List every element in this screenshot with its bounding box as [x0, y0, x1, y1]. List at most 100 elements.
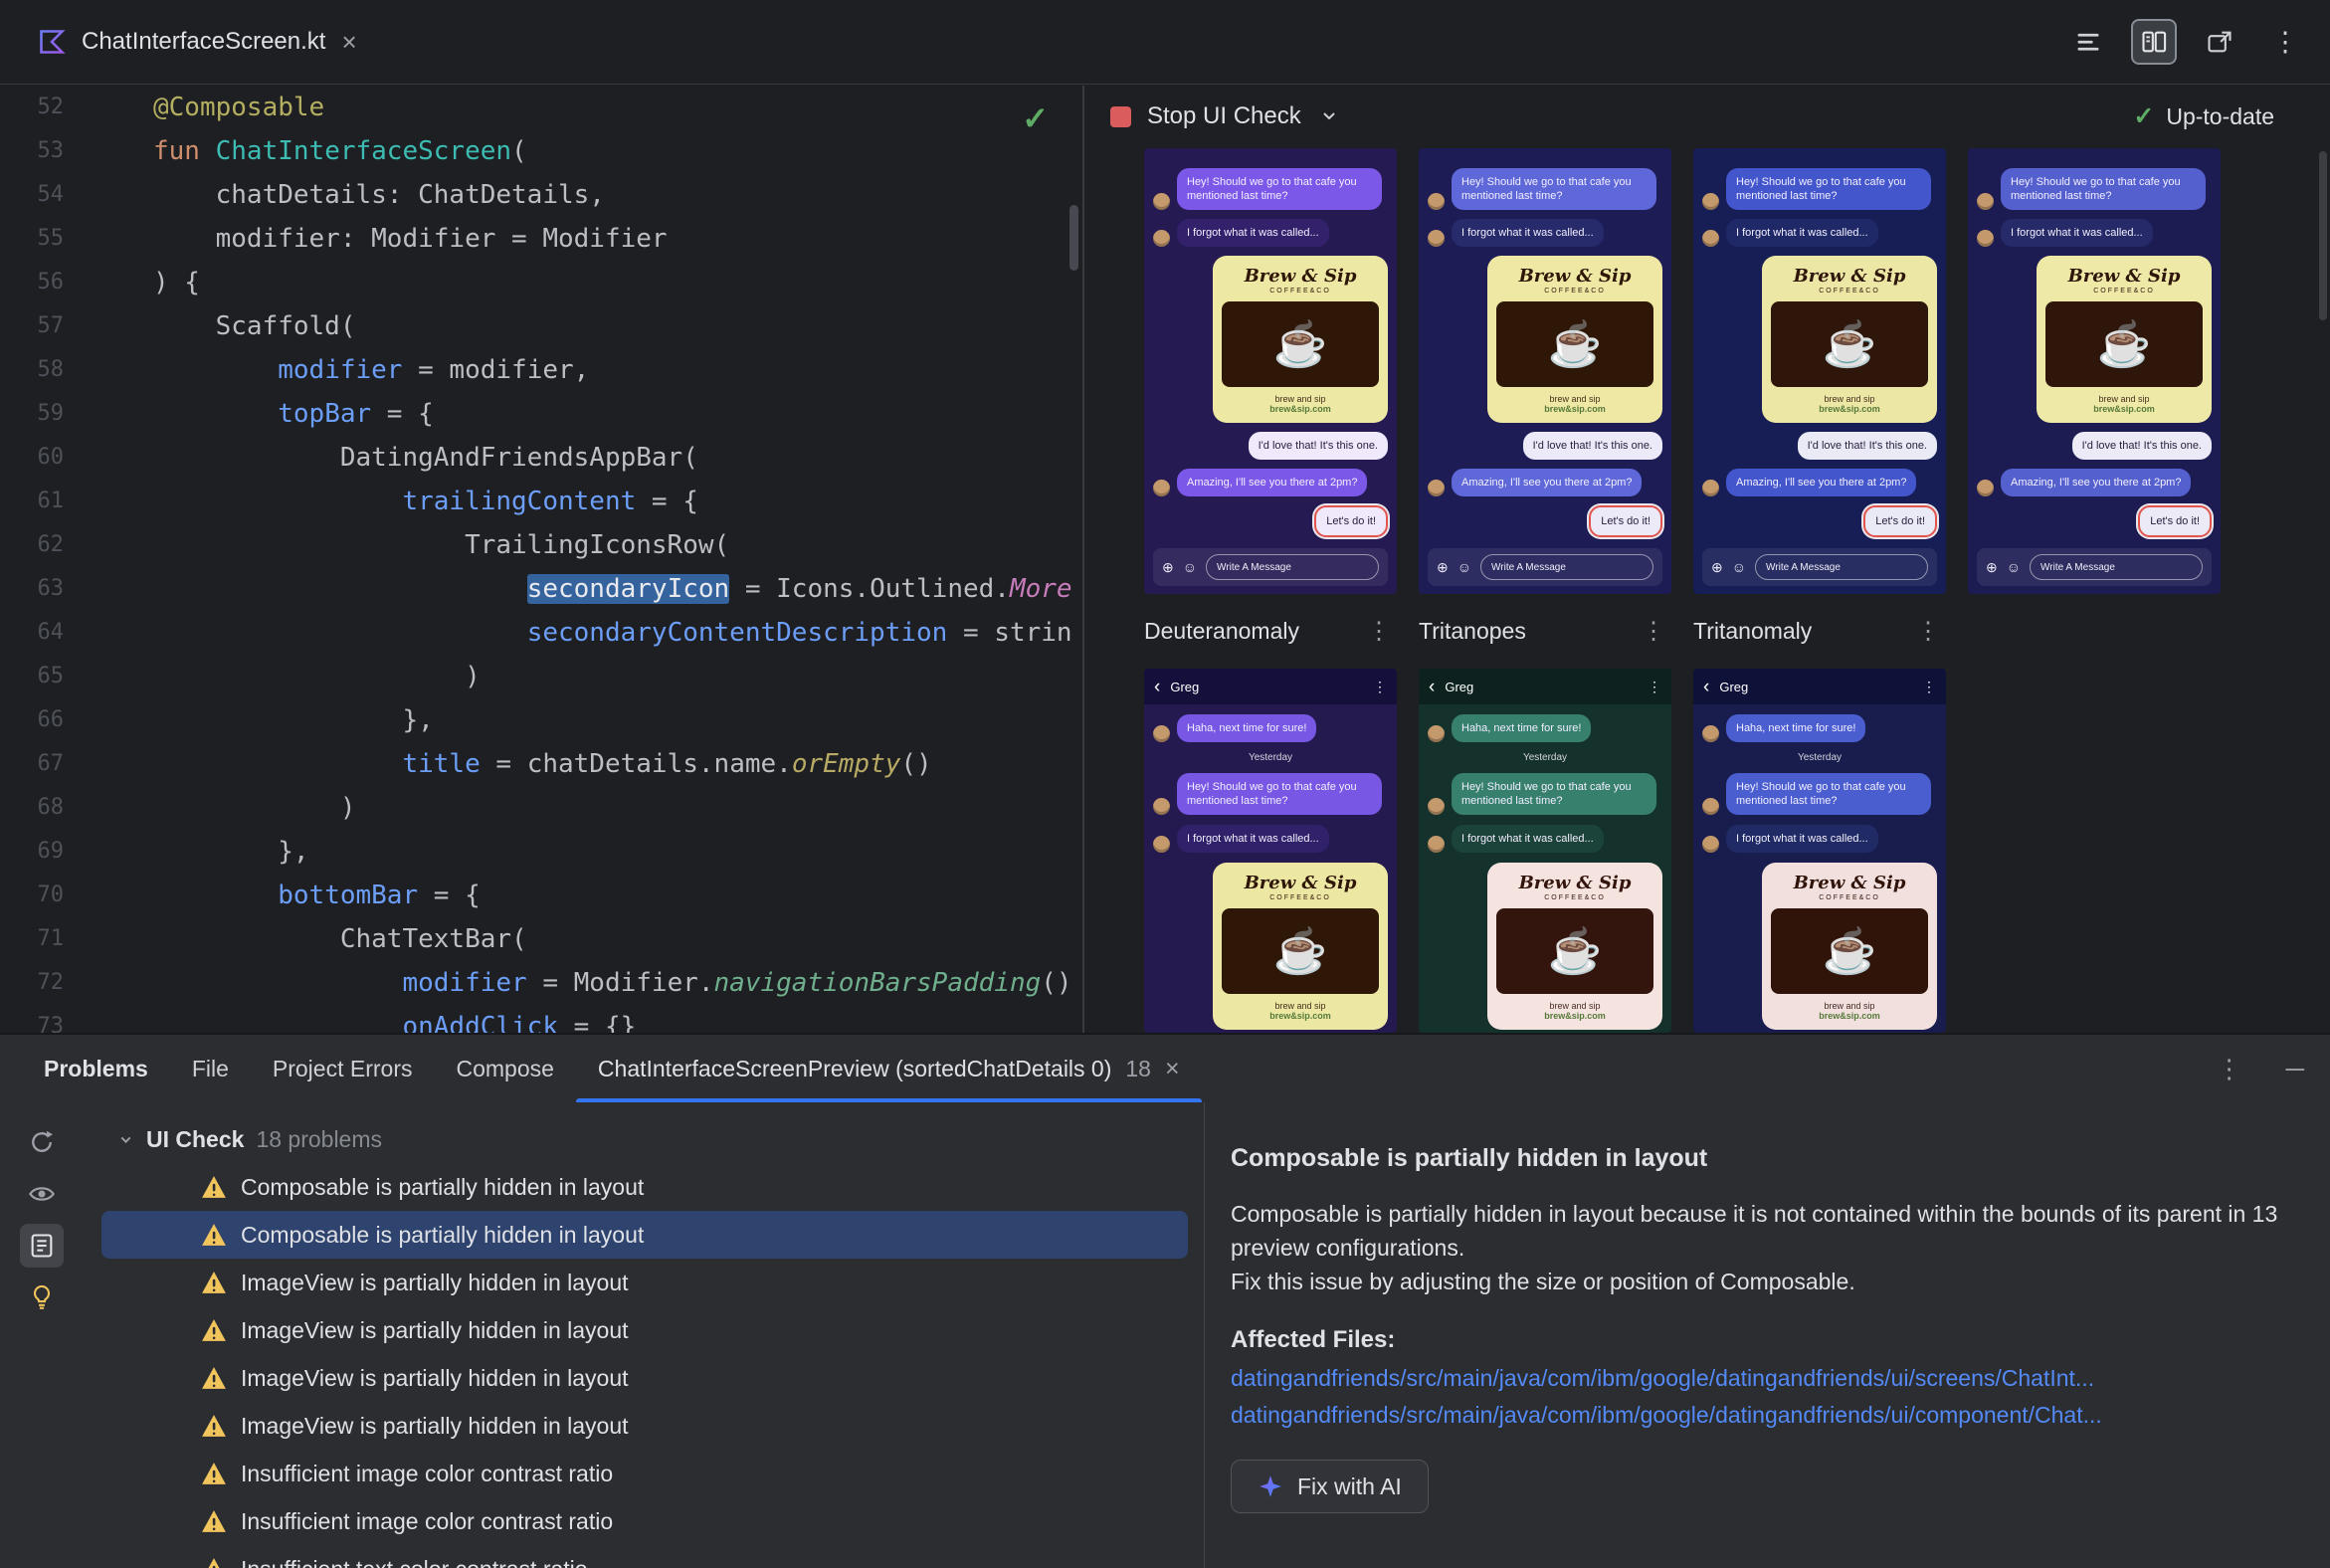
- code-line: 70 bottomBar = {: [0, 874, 1082, 917]
- coffee-card: Brew & Sip COFFEE&CO ☕ brew and sip brew…: [1487, 256, 1662, 423]
- suggestion-bulb-icon[interactable]: [20, 1275, 64, 1319]
- preview-phone[interactable]: ‹ Greg ⋮ Haha, next time for sure! Yeste…: [1419, 669, 1671, 1033]
- problem-text: Insufficient text color contrast ratio: [241, 1556, 588, 1568]
- preview-toolbar: Stop UI Check ✓ Up-to-date: [1084, 86, 2330, 147]
- code-text: bottomBar = {: [278, 881, 481, 910]
- problem-row[interactable]: Insufficient image color contrast ratio: [101, 1497, 1188, 1545]
- avatar: [1153, 836, 1170, 853]
- close-tab-icon[interactable]: ×: [1165, 1055, 1180, 1083]
- editor-scrollbar[interactable]: [1069, 205, 1078, 271]
- chat-bubble: I'd love that! It's this one.: [1248, 432, 1388, 460]
- chat-title: Greg: [1719, 679, 1749, 694]
- problem-row[interactable]: ImageView is partially hidden in layout: [101, 1259, 1188, 1306]
- fix-with-ai-button[interactable]: Fix with AI: [1231, 1460, 1429, 1513]
- coffee-cup-icon: ☕: [1771, 908, 1928, 994]
- panel-tab[interactable]: ChatInterfaceScreenPreview (sortedChatDe…: [576, 1035, 1202, 1102]
- code-text: ChatTextBar(: [153, 924, 527, 954]
- card-subtitle: COFFEE&CO: [1269, 288, 1331, 294]
- coffee-cup-icon: ☕: [1771, 301, 1928, 387]
- chat-bubble: I'd love that! It's this one.: [1522, 432, 1662, 460]
- card-subtitle: COFFEE&CO: [1544, 894, 1606, 901]
- stop-icon: [1110, 105, 1131, 127]
- code-text: @Composable: [153, 93, 325, 122]
- code-text: DatingAndFriendsAppBar(: [153, 443, 698, 473]
- stop-ui-check-button[interactable]: Stop UI Check: [1110, 102, 1301, 130]
- problem-row[interactable]: ImageView is partially hidden in layout: [101, 1306, 1188, 1354]
- problem-row[interactable]: ImageView is partially hidden in layout: [101, 1354, 1188, 1402]
- preview-layout-icon[interactable]: [2197, 19, 2242, 65]
- card-title: Brew & Sip: [1793, 266, 1906, 287]
- panel-tab[interactable]: Project Errors: [251, 1035, 435, 1102]
- preview-phone[interactable]: ‹ Greg ⋮ Haha, next time for sure! Yeste…: [1144, 669, 1397, 1033]
- report-view-icon[interactable]: [20, 1224, 64, 1268]
- config-menu-icon[interactable]: ⋮: [1367, 617, 1397, 646]
- panel-tab[interactable]: Problems: [22, 1035, 170, 1102]
- preview-phone[interactable]: Hey! Should we go to that cafe you menti…: [1419, 148, 1671, 594]
- tab-label: ChatInterfaceScreenPreview (sortedChatDe…: [597, 1055, 1112, 1081]
- preview-phone[interactable]: Hey! Should we go to that cafe you menti…: [1693, 148, 1946, 594]
- config-menu-icon[interactable]: ⋮: [1642, 617, 1671, 646]
- more-options-icon[interactable]: ⋮: [2262, 19, 2308, 65]
- rerun-check-icon[interactable]: [20, 1120, 64, 1164]
- chat-bubble: Amazing, I'll see you there at 2pm?: [1726, 469, 1917, 496]
- config-name: Tritanopes: [1419, 617, 1526, 644]
- affected-file-link[interactable]: datingandfriends/src/main/java/com/ibm/g…: [1231, 1366, 2284, 1391]
- preview-phone[interactable]: Hey! Should we go to that cafe you menti…: [1968, 148, 2221, 594]
- chat-bubble: Amazing, I'll see you there at 2pm?: [2001, 469, 2192, 496]
- panel-actions: ⋮ ─: [2217, 1054, 2304, 1084]
- coffee-card: Brew & Sip COFFEE&CO ☕ brew and sip brew…: [1213, 863, 1388, 1030]
- chevron-down-icon[interactable]: [1319, 106, 1339, 126]
- problem-row[interactable]: Composable is partially hidden in layout: [101, 1211, 1188, 1259]
- problem-row[interactable]: Composable is partially hidden in layout: [101, 1163, 1188, 1211]
- problem-row[interactable]: Insufficient image color contrast ratio: [101, 1450, 1188, 1497]
- chat-bubble: Amazing, I'll see you there at 2pm?: [1177, 469, 1368, 496]
- line-number: 58: [37, 357, 65, 382]
- chat-menu-icon: ⋮: [1648, 678, 1661, 694]
- code-text: topBar = {: [278, 399, 434, 429]
- chat-appbar: ‹ Greg ⋮: [1693, 669, 1946, 704]
- chat-appbar: ‹ Greg ⋮: [1144, 669, 1397, 704]
- problem-row[interactable]: Insufficient text color contrast ratio: [101, 1545, 1188, 1568]
- split-editor-icon[interactable]: [2131, 19, 2177, 65]
- inspections-ok-icon[interactable]: ✓: [1022, 99, 1049, 137]
- panel-more-icon[interactable]: ⋮: [2217, 1054, 2242, 1084]
- problems-group-header[interactable]: UI Check 18 problems: [84, 1115, 1204, 1163]
- line-number: 71: [37, 926, 65, 951]
- preview-eye-icon[interactable]: [20, 1172, 64, 1216]
- preview-phone[interactable]: Hey! Should we go to that cafe you menti…: [1144, 148, 1397, 594]
- avatar: [1153, 230, 1170, 247]
- code-line: 73 onAddClick = {}: [0, 1005, 1082, 1033]
- warning-icon: [202, 1272, 226, 1293]
- code-line: 52 @Composable: [0, 86, 1082, 129]
- code-text: modifier = Modifier.navigationBarsPaddin…: [402, 968, 1072, 998]
- problem-text: Insufficient image color contrast ratio: [241, 1507, 614, 1534]
- chat-bubble: Hey! Should we go to that cafe you menti…: [1726, 773, 1931, 815]
- affected-files-label: Affected Files:: [1231, 1326, 1396, 1353]
- structure-view-icon[interactable]: [2065, 19, 2111, 65]
- line-number: 73: [37, 1014, 65, 1033]
- preview-scrollbar[interactable]: [2319, 151, 2327, 320]
- problem-row[interactable]: ImageView is partially hidden in layout: [101, 1402, 1188, 1450]
- status-up-to-date: ✓ Up-to-date: [2133, 101, 2274, 131]
- message-input-bar: ⊕ ☺ Write A Message: [1428, 548, 1662, 586]
- card-link: brew&sip.com: [1819, 1011, 1880, 1021]
- code-line: 54 chatDetails: ChatDetails,: [0, 173, 1082, 217]
- add-icon: ⊕: [1162, 559, 1174, 575]
- minimize-panel-icon[interactable]: ─: [2286, 1054, 2304, 1084]
- code-editor[interactable]: 52 @Composable 53 fun ChatInterfaceScree…: [0, 86, 1082, 1033]
- affected-file-link[interactable]: datingandfriends/src/main/java/com/ibm/g…: [1231, 1403, 2284, 1428]
- preview-phone[interactable]: ‹ Greg ⋮ Haha, next time for sure! Yeste…: [1693, 669, 1946, 1033]
- card-line1: brew and sip: [1549, 394, 1601, 404]
- code-text: modifier = modifier,: [278, 355, 590, 385]
- panel-tab[interactable]: File: [170, 1035, 251, 1102]
- line-number: 69: [37, 839, 65, 864]
- config-menu-icon[interactable]: ⋮: [1916, 617, 1946, 646]
- card-subtitle: COFFEE&CO: [2093, 288, 2155, 294]
- close-tab-icon[interactable]: ×: [341, 27, 356, 58]
- coffee-cup-icon: ☕: [2045, 301, 2203, 387]
- panel-tab[interactable]: Compose: [434, 1035, 575, 1102]
- editor-tab[interactable]: ChatInterfaceScreen.kt ×: [20, 0, 375, 84]
- code-line: 59 topBar = {: [0, 392, 1082, 436]
- detail-paragraph: Composable is partially hidden in layout…: [1231, 1201, 2278, 1261]
- back-icon: ‹: [1154, 676, 1161, 697]
